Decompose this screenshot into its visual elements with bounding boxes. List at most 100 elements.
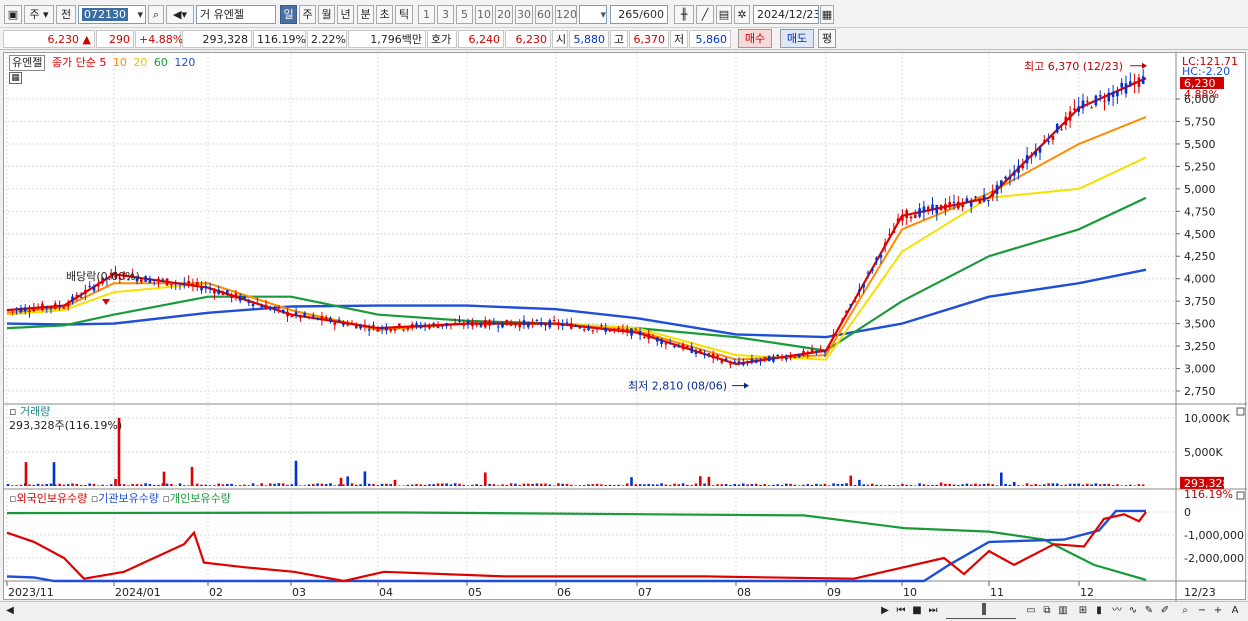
candle-body (419, 326, 423, 328)
period-day[interactable]: 일 (280, 5, 297, 24)
chart-area[interactable]: 6,000 5,750 5,500 5,250 5,000 4,750 4,500 4,250… (3, 52, 1247, 601)
sell-button[interactable]: 매도 (780, 29, 814, 48)
volume-bar (234, 485, 238, 486)
stock-name-field[interactable]: 거 유엔젤 (196, 5, 276, 24)
legend-ma60[interactable]: 60 (154, 56, 168, 69)
interval-1[interactable]: 1 (418, 5, 435, 24)
pen-icon[interactable]: ✐ (1158, 604, 1172, 619)
candle-body (32, 308, 36, 312)
search-icon[interactable]: ⌕ (148, 5, 164, 24)
candle-body (66, 303, 70, 307)
volume-title[interactable]: 거래량 (20, 405, 50, 418)
split-icon[interactable]: ▥ (1056, 604, 1070, 619)
save-icon[interactable]: ▤ (716, 5, 732, 24)
volume-bar (806, 484, 810, 486)
volume-bar (819, 484, 822, 486)
candle-body (845, 310, 848, 314)
legend-ma20[interactable]: 20 (133, 56, 147, 69)
line-chart-icon[interactable]: ∿ (1126, 604, 1140, 619)
panel-layout-icon[interactable]: ▣ (4, 5, 22, 24)
text-icon[interactable]: A (1228, 604, 1242, 619)
eval-button[interactable]: 평 (818, 29, 836, 48)
interval-120[interactable]: 120 (555, 5, 577, 24)
interval-20[interactable]: 20 (495, 5, 513, 24)
volume-bar (359, 484, 362, 486)
candle-body (922, 206, 926, 213)
candle-body (978, 198, 982, 204)
layout-icon[interactable]: ⊞ (1076, 604, 1090, 619)
candle-icon[interactable]: ╫ (674, 5, 694, 24)
volume-bar (436, 483, 440, 486)
type-button[interactable]: 전 (56, 5, 76, 24)
date-field[interactable]: 2024/12/23 (753, 5, 819, 24)
volume-bar (1034, 484, 1037, 486)
interval-custom-input[interactable]: ▾ (579, 5, 607, 24)
window-icon[interactable]: ▭ (1024, 604, 1038, 619)
legend-stock[interactable]: 유엔젤 (9, 55, 46, 71)
interval-10[interactable]: 10 (475, 5, 493, 24)
interval-3[interactable]: 3 (437, 5, 454, 24)
jump-last-icon[interactable]: ⏭ (926, 604, 940, 619)
edit-icon[interactable]: ✎ (1142, 604, 1156, 619)
period-year[interactable]: 년 (337, 5, 354, 24)
price-tick-label: 4,250 (1184, 250, 1216, 263)
stop-icon[interactable]: ■ (910, 604, 924, 619)
zoom-icon[interactable]: ⌕ (1178, 604, 1192, 619)
copy-icon[interactable]: ⧉ (1040, 604, 1054, 619)
minus-icon[interactable]: − (1196, 604, 1208, 619)
candle-body (45, 306, 48, 309)
volume-bar (905, 484, 908, 486)
period-tick[interactable]: 틱 (395, 5, 413, 24)
legend-ma5[interactable]: 5 (99, 56, 106, 69)
period-minute[interactable]: 분 (357, 5, 374, 24)
legend-institution[interactable]: 기관보유수량 (98, 492, 159, 505)
scroll-right-icon[interactable]: ▶ (878, 604, 892, 619)
chart-svg[interactable]: 6,0005,7505,5005,2505,0004,7504,5004,250… (4, 53, 1247, 601)
bar-count-field[interactable]: 265/600 (610, 5, 668, 24)
volume-bar (1124, 485, 1128, 486)
gear-icon[interactable]: ✲ (734, 5, 750, 24)
period-month[interactable]: 월 (318, 5, 335, 24)
price-tick-label: 3,250 (1184, 340, 1216, 353)
market-select[interactable]: 주 ▾ (24, 5, 54, 24)
buy-button[interactable]: 매수 (738, 29, 772, 48)
zoom-slider[interactable] (946, 603, 1016, 619)
candle-body (1043, 140, 1046, 142)
chevron-down-icon[interactable]: ▾ (137, 6, 145, 23)
speaker-icon[interactable]: ◀▾ (166, 5, 194, 24)
legend-individual[interactable]: 개인보유수량 (170, 492, 231, 505)
interval-30[interactable]: 30 (515, 5, 533, 24)
volume-bar (987, 483, 990, 486)
interval-5[interactable]: 5 (456, 5, 473, 24)
volume-bar (982, 484, 986, 486)
period-second[interactable]: 초 (376, 5, 393, 24)
interval-60[interactable]: 60 (535, 5, 553, 24)
volume-bar (797, 485, 801, 486)
calendar-icon[interactable]: ▦ (820, 5, 834, 24)
legend-ma10[interactable]: 10 (113, 56, 127, 69)
legend-ma120[interactable]: 120 (174, 56, 195, 69)
draw-line-icon[interactable]: ╱ (696, 5, 714, 24)
candle-body (1038, 147, 1042, 153)
zoom-slider-handle[interactable] (982, 603, 986, 615)
candle-body (355, 324, 358, 329)
candle-body (552, 319, 556, 322)
period-week[interactable]: 주 (299, 5, 316, 24)
trend-icon[interactable]: 〰 (1110, 604, 1124, 619)
candle-body (19, 307, 23, 313)
volume-bar (952, 484, 956, 486)
volume-box-icon[interactable]: ▫ (9, 405, 16, 418)
legend-close[interactable]: 종가 단순 (52, 56, 96, 69)
plus-icon[interactable]: + (1212, 604, 1224, 619)
candle-body (1098, 95, 1102, 97)
scroll-left-icon[interactable]: ◀ (4, 604, 16, 619)
jump-first-icon[interactable]: ⏮ (894, 604, 908, 619)
stock-code-input[interactable]: 072130 ▾ (78, 5, 146, 24)
candle-body (453, 322, 457, 325)
legend-foreign[interactable]: 외국인보유수량 (16, 492, 87, 505)
volume-bar (346, 476, 349, 486)
bar-chart-icon[interactable]: ▮ (1092, 604, 1106, 619)
volume-bar (471, 484, 474, 486)
volume-tick-label: 5,000K (1184, 446, 1223, 459)
grid-toggle-icon[interactable]: ▦ (9, 72, 22, 84)
